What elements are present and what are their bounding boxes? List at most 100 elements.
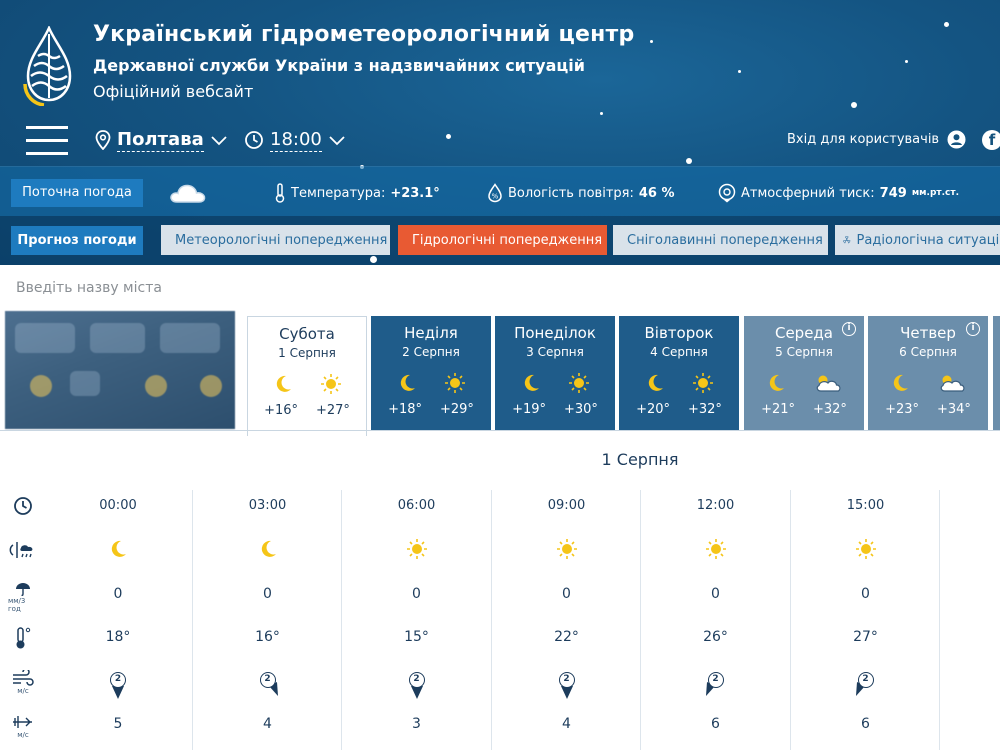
menu-line <box>26 126 68 129</box>
day-tab-4[interactable]: i Середа 5 Серпня +21° +32° <box>744 316 864 430</box>
radiation-situation-tab[interactable]: Радіологічна ситуація <box>835 225 1000 255</box>
precip-unit: мм/3 год <box>8 597 26 613</box>
preview-sun <box>145 375 167 397</box>
night-temp: +21° <box>761 402 795 417</box>
moon-icon <box>524 374 539 391</box>
preview-blob <box>70 371 100 396</box>
gust-unit: м/с <box>17 731 29 739</box>
day-tab-0[interactable]: Субота 1 Серпня +16° +27° <box>247 316 367 436</box>
humidity-drop-icon: % <box>488 183 502 203</box>
sun-icon <box>855 539 876 559</box>
sun-icon <box>705 539 726 559</box>
facebook-icon[interactable]: f <box>982 130 1000 150</box>
sun-icon <box>406 539 427 559</box>
hour-temp: 16° <box>255 629 280 645</box>
site-title: Український гідрометеорологічний центр <box>93 22 635 47</box>
moon-icon <box>648 374 663 391</box>
day-temp: +32° <box>813 402 847 417</box>
star <box>851 102 857 108</box>
time-selector[interactable]: 18:00 <box>244 126 346 154</box>
wind-direction-value: 2 <box>408 672 425 688</box>
star <box>686 158 692 164</box>
day-tab-5[interactable]: i Четвер 6 Серпня +23° +34° <box>868 316 988 430</box>
preview-sun <box>30 375 52 397</box>
cloud-sun-icon <box>816 375 841 392</box>
hour-icon-cell <box>791 538 940 564</box>
site-header: Український гідрометеорологічний центр Д… <box>0 0 1000 265</box>
pressure-metric: Атмосферний тиск: 749 мм.рт.ст. <box>718 183 959 203</box>
night-temp: +20° <box>636 402 670 417</box>
moon-icon <box>769 374 784 391</box>
login-link[interactable]: Вхід для користувачів <box>787 130 966 149</box>
hour-wind-speed: 4 <box>263 716 272 732</box>
radiation-situation-label: Радіологічна ситуація <box>856 232 1000 248</box>
location-selector[interactable]: Полтава <box>95 126 228 154</box>
moon-icon <box>276 375 291 392</box>
star <box>738 70 741 73</box>
hour-precip: 0 <box>711 586 720 602</box>
hour-icon-cell <box>342 538 491 564</box>
wind-direction-icon: 2 <box>257 670 279 700</box>
day-temp: +27° <box>316 403 350 418</box>
city-search-input[interactable] <box>0 265 1000 311</box>
day-name: Четвер <box>900 324 956 342</box>
humidity-label: Вологість повітря: <box>508 185 634 201</box>
current-weather-button[interactable]: Поточна погода <box>11 179 143 207</box>
temperature-label: Температура: <box>291 185 386 201</box>
meteo-warnings-tab[interactable]: Метеорологічні попередження <box>161 225 390 255</box>
hour-temp: 18° <box>105 629 131 645</box>
wind-gust-icon <box>13 716 32 728</box>
moon-icon <box>111 540 126 557</box>
day-temp: +34° <box>937 402 971 417</box>
star <box>905 60 908 63</box>
hydro-warnings-tab[interactable]: Гідрологічні попередження <box>398 225 607 255</box>
precip-row-icon: мм/3 год <box>8 582 38 613</box>
menu-line <box>26 139 68 142</box>
night-temp: +16° <box>264 403 298 418</box>
forecast-button[interactable]: Прогноз погоди <box>11 226 143 255</box>
chevron-down-icon <box>211 136 227 146</box>
sun-icon <box>569 373 589 393</box>
hydromet-logo[interactable] <box>20 26 78 106</box>
preview-sun <box>200 375 222 397</box>
hour-time: 00:00 <box>99 498 137 513</box>
hour-icon-cell <box>43 538 193 564</box>
moon-icon <box>261 540 276 557</box>
day-tab-3[interactable]: Вівторок 4 Серпня +20° +32° <box>619 316 739 430</box>
hour-temp: 22° <box>554 629 579 645</box>
day-name: Середа <box>774 324 833 342</box>
day-date: 5 Серпня <box>775 345 833 359</box>
page: Український гідрометеорологічний центр Д… <box>0 0 1000 750</box>
hour-column-0: 00:00 0 18° 2 5 <box>43 490 193 750</box>
hour-column-next <box>939 490 1000 750</box>
night-temp: +19° <box>512 402 546 417</box>
day-tab-next[interactable] <box>993 316 1000 430</box>
wind-direction-value: 2 <box>259 672 276 688</box>
hour-time: 09:00 <box>547 498 586 513</box>
hour-precip: 0 <box>861 586 870 602</box>
clock-icon <box>245 131 263 149</box>
day-temp: +30° <box>564 402 598 417</box>
night-temp: +18° <box>388 402 422 417</box>
wind-row-icon: м/с <box>8 670 38 695</box>
day-tab-2[interactable]: Понеділок 3 Серпня +19° +30° <box>495 316 615 430</box>
site-tagline: Офіційний вебсайт <box>93 82 254 101</box>
avalanche-warnings-tab[interactable]: Сніголавинні попередження <box>613 225 828 255</box>
wind-direction-cell: 2 <box>492 670 641 700</box>
day-temp: +32° <box>688 402 722 417</box>
hour-precip: 0 <box>562 586 571 602</box>
location-pin-icon <box>95 130 111 150</box>
pressure-label: Атмосферний тиск: <box>741 185 875 201</box>
night-temp: +23° <box>885 402 919 417</box>
hydro-warnings-label: Гідрологічні попередження <box>412 232 603 248</box>
svg-text:%: % <box>492 193 499 201</box>
hour-time: 06:00 <box>397 498 436 513</box>
wind-direction-icon: 2 <box>855 670 877 700</box>
hour-wind-speed: 3 <box>412 716 421 732</box>
sun-icon <box>445 373 465 393</box>
day-tab-1[interactable]: Неділя 2 Серпня +18° +29° <box>371 316 491 430</box>
wind-direction-cell: 2 <box>43 670 193 700</box>
menu-button[interactable] <box>26 124 68 156</box>
time-value: 18:00 <box>270 128 322 152</box>
carousel-dot[interactable] <box>370 256 377 263</box>
